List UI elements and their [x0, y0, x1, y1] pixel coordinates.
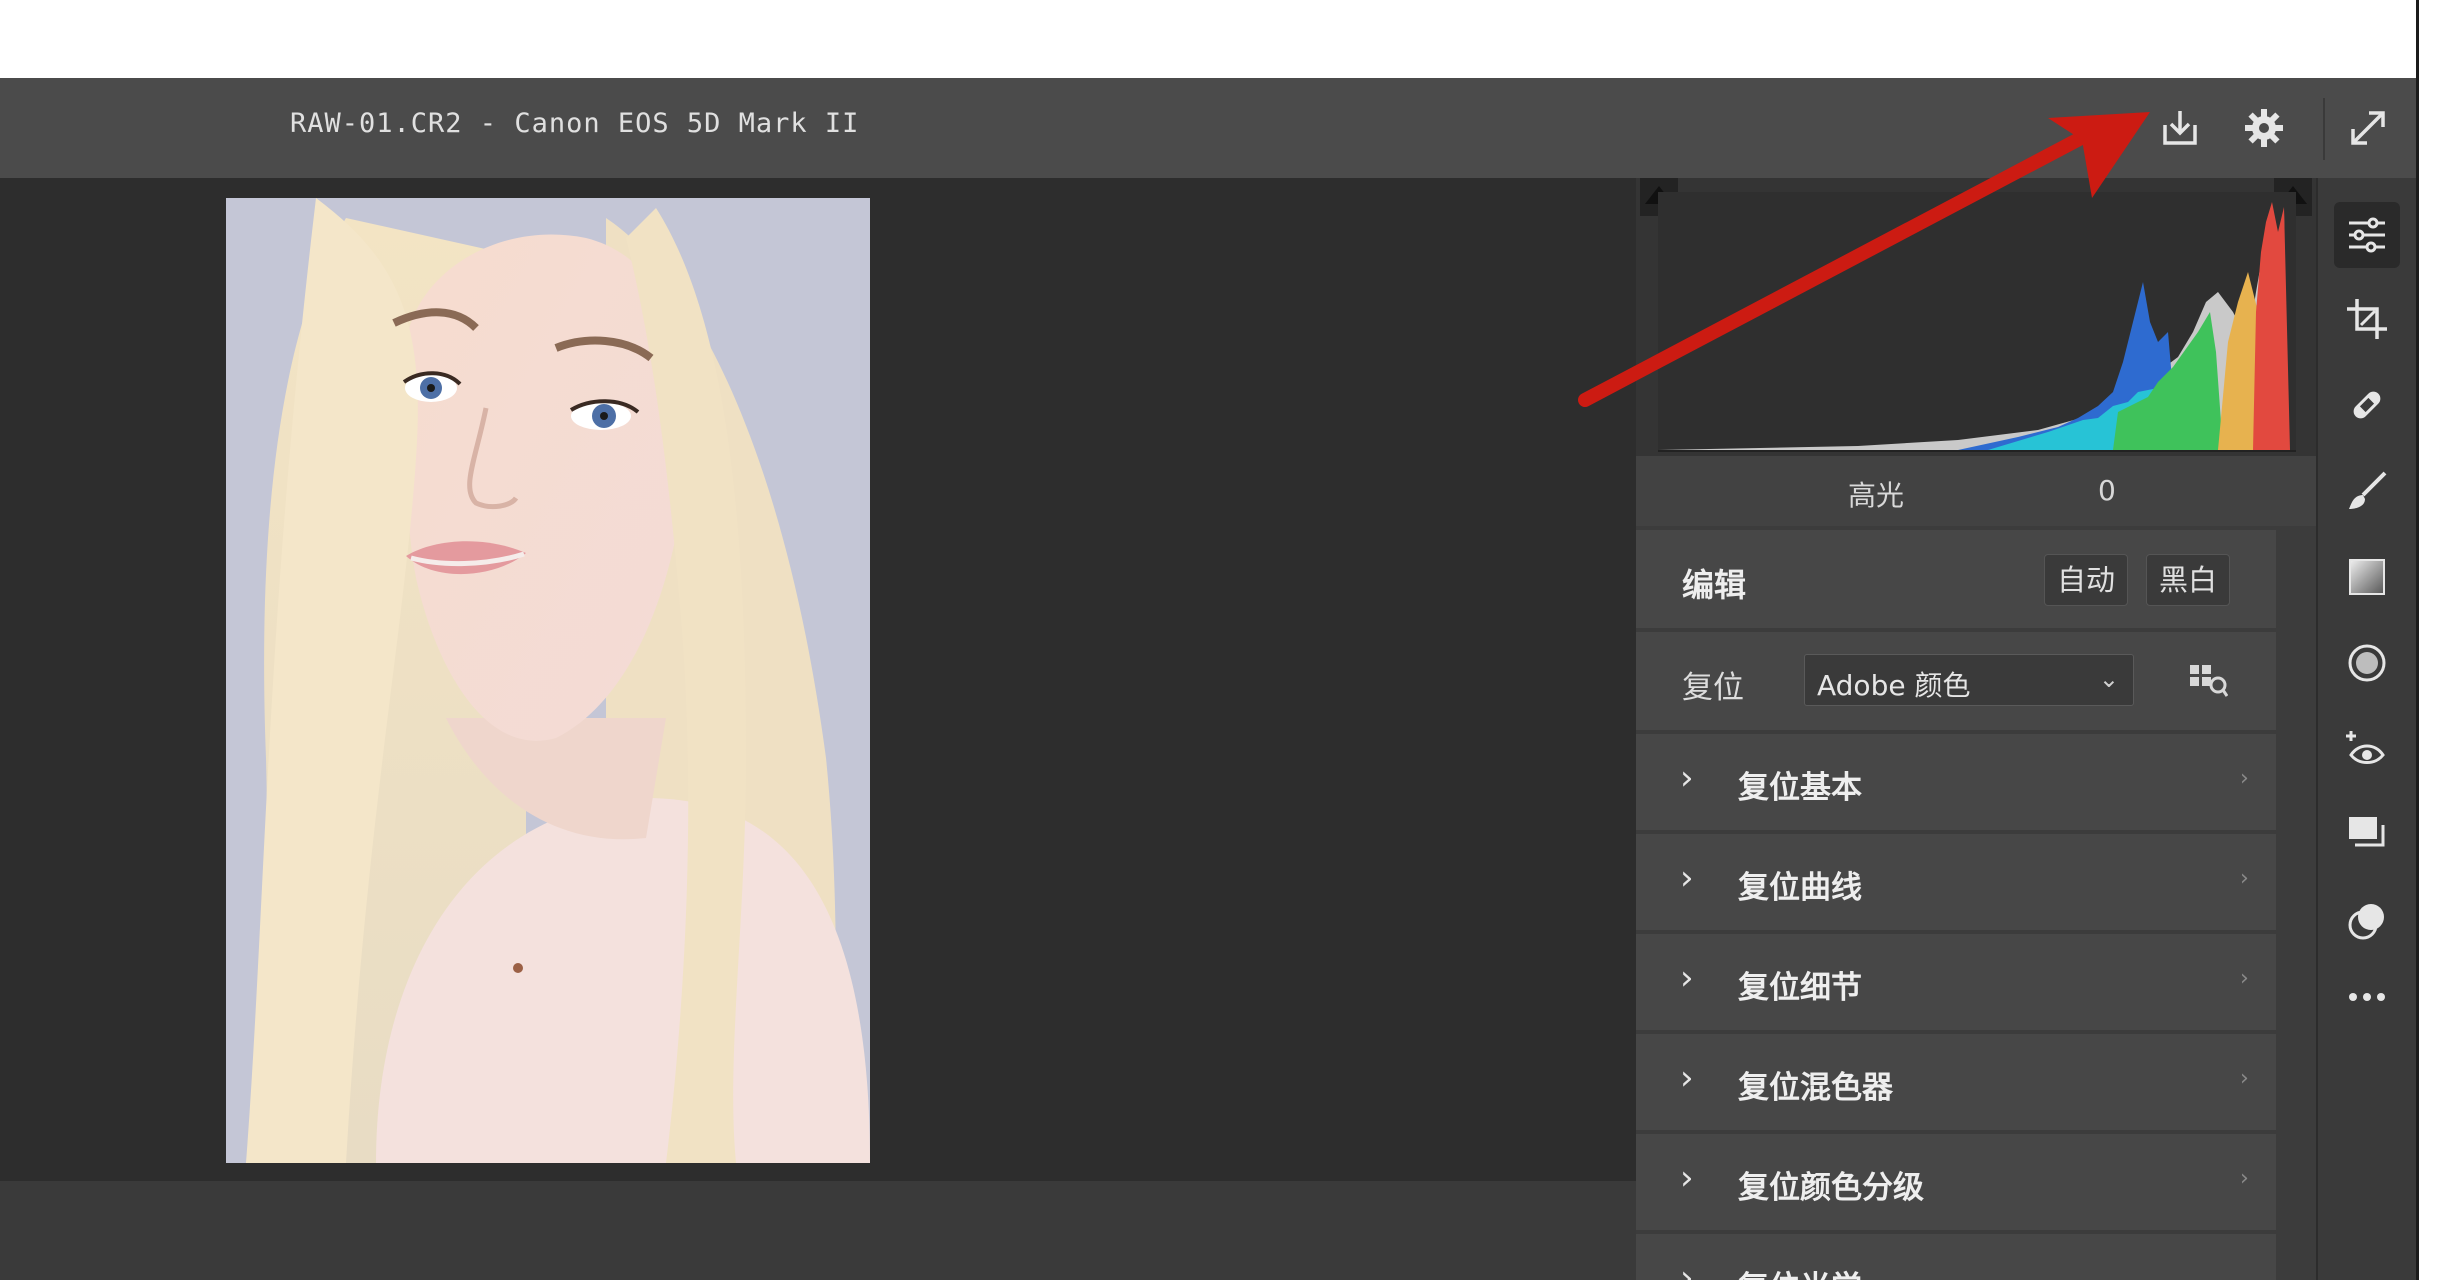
section-label: 复位颜色分级: [1738, 1170, 1924, 1206]
settings-button[interactable]: [2232, 96, 2296, 160]
section-label: 复位混色器: [1738, 1070, 1893, 1106]
profile-value: Adobe 颜色: [1817, 669, 1971, 702]
readout-value: 0: [2098, 474, 2116, 507]
section-more-icon: ›: [2240, 1166, 2249, 1191]
section-more-icon: ›: [2240, 1066, 2249, 1091]
section-more-icon: ›: [2240, 966, 2249, 991]
radial-icon: [2348, 644, 2386, 682]
chevron-down-icon: ⌄: [2098, 665, 2119, 693]
chevron-right-icon: ›: [1680, 1058, 1694, 1098]
presets-tool[interactable]: [2334, 888, 2400, 954]
profile-label: 复位: [1682, 670, 1744, 706]
crop-icon: [2347, 299, 2387, 339]
readout-label: 高光: [1848, 479, 1905, 512]
section-more-icon: ›: [2240, 866, 2249, 891]
black-white-button[interactable]: 黑白: [2146, 554, 2231, 606]
more-tools-button[interactable]: [2334, 964, 2400, 1030]
section-detail[interactable]: › 复位细节 ›: [1636, 934, 2276, 1030]
photo-preview: [226, 198, 870, 1163]
section-label: 复位光学: [1738, 1262, 1862, 1280]
histogram-graph: [1658, 192, 2296, 452]
edit-tool[interactable]: [2334, 202, 2400, 268]
chevron-right-icon: ›: [1680, 958, 1694, 998]
section-color-grading[interactable]: › 复位颜色分级 ›: [1636, 1134, 2276, 1230]
portrait-image: [226, 198, 870, 1163]
heal-tool[interactable]: [2334, 372, 2400, 438]
edit-title: 编辑: [1682, 566, 1747, 604]
edit-panel: 高光 0 编辑 自动 黑白 复位 Adobe 颜色 ⌄ › 复位基本 › › 复…: [1636, 178, 2316, 1280]
histogram-readout: 高光 0: [1636, 456, 2316, 526]
edit-icon: [2349, 217, 2385, 253]
fullscreen-icon: [2351, 111, 2385, 145]
snapshots-tool[interactable]: [2334, 802, 2400, 868]
redeye-icon: [2346, 731, 2385, 764]
more-icon: [2349, 993, 2385, 1001]
save-icon: [2163, 111, 2197, 145]
save-image-button[interactable]: [2148, 96, 2212, 160]
profile-select[interactable]: Adobe 颜色 ⌄: [1804, 654, 2134, 706]
chevron-right-icon: ›: [1680, 758, 1694, 798]
title-divider: [2323, 98, 2325, 160]
tool-strip: [2316, 178, 2416, 1280]
heal-icon: [2353, 391, 2381, 419]
auto-button[interactable]: 自动: [2044, 554, 2129, 606]
gradient-icon: [2349, 559, 2385, 595]
brush-tool[interactable]: [2334, 458, 2400, 524]
camera-raw-window: RAW-01.CR2 - Canon EOS 5D Mark II 高光 0 编…: [0, 78, 2416, 1280]
section-label: 复位曲线: [1738, 870, 1862, 906]
browse-profiles-icon[interactable]: [2188, 662, 2228, 698]
section-mixer[interactable]: › 复位混色器 ›: [1636, 1034, 2276, 1130]
section-curve[interactable]: › 复位曲线 ›: [1636, 834, 2276, 930]
radial-gradient-tool[interactable]: [2334, 630, 2400, 696]
filmstrip-bar: [0, 1181, 1636, 1280]
gear-icon: [2245, 109, 2283, 147]
section-basic[interactable]: › 复位基本 ›: [1636, 734, 2276, 830]
chevron-right-icon: ›: [1680, 1158, 1694, 1198]
file-info-label: RAW-01.CR2 - Canon EOS 5D Mark II: [290, 108, 860, 139]
fullscreen-button[interactable]: [2336, 96, 2400, 160]
brush-icon: [2349, 471, 2387, 509]
linear-gradient-tool[interactable]: [2334, 544, 2400, 610]
image-canvas[interactable]: [0, 178, 1636, 1280]
profile-row: 复位 Adobe 颜色 ⌄: [1636, 632, 2276, 730]
snapshot-icon: [2349, 817, 2385, 847]
edit-header: 编辑 自动 黑白: [1636, 530, 2276, 628]
section-label: 复位基本: [1738, 770, 1862, 806]
crop-tool[interactable]: [2334, 286, 2400, 352]
histogram[interactable]: [1636, 178, 2316, 456]
chevron-right-icon: ›: [1680, 858, 1694, 898]
section-optics[interactable]: › 复位光学: [1636, 1234, 2276, 1280]
section-more-icon: ›: [2240, 766, 2249, 791]
presets-icon: [2348, 904, 2384, 940]
chevron-right-icon: ›: [1680, 1258, 1694, 1280]
section-label: 复位细节: [1738, 970, 1862, 1006]
window-edge: [2416, 0, 2438, 1280]
title-bar: RAW-01.CR2 - Canon EOS 5D Mark II: [0, 78, 2416, 178]
red-eye-tool[interactable]: [2334, 716, 2400, 782]
